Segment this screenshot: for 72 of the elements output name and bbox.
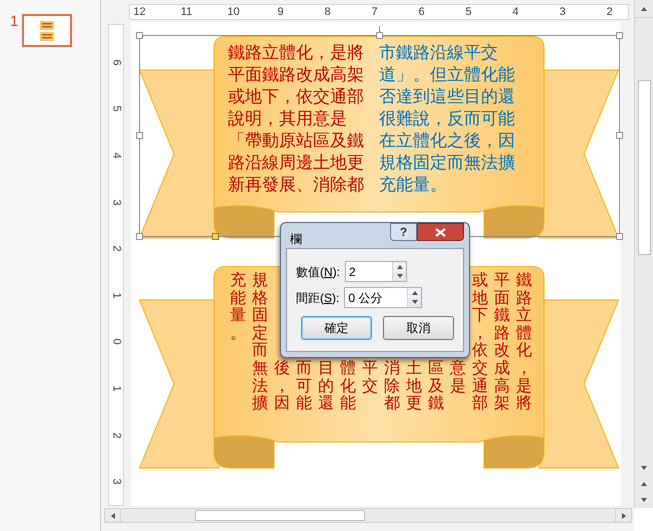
slide-thumbnail[interactable] bbox=[22, 14, 72, 47]
vertical-text: 消除都 bbox=[384, 360, 400, 413]
resize-handle[interactable] bbox=[136, 132, 143, 139]
vertical-text: 意是 bbox=[450, 360, 466, 396]
vertical-text: 充能量。 bbox=[230, 272, 246, 342]
next-slide-icon bbox=[640, 496, 648, 504]
ruler-number: 2 bbox=[606, 6, 613, 18]
close-icon bbox=[435, 228, 446, 236]
body-text: 市鐵路沿線平交 道」。但立體化能 否達到這些目的還 很難說，反而可能 在立體化之後，因 規格固定而無法擴 充能量。 bbox=[379, 42, 516, 196]
horizontal-scrollbar[interactable] bbox=[104, 508, 632, 523]
resize-handle[interactable] bbox=[616, 233, 623, 240]
ruler-number: 7 bbox=[371, 6, 378, 18]
resize-handle[interactable] bbox=[136, 233, 143, 240]
thumbnail-ribbon-drawing bbox=[39, 20, 56, 42]
vertical-text: 或地下，依交通部 bbox=[472, 272, 488, 413]
vertical-text: 區及鐵 bbox=[428, 360, 444, 413]
close-button[interactable] bbox=[417, 223, 464, 241]
ruler-number: 9 bbox=[277, 6, 284, 18]
spin-down-icon bbox=[396, 272, 404, 280]
ruler-number: 4 bbox=[512, 6, 519, 18]
spin-up-icon bbox=[396, 262, 404, 271]
ruler-number: 10 bbox=[227, 6, 240, 18]
resize-handle[interactable] bbox=[136, 32, 143, 39]
dialog-title: 欄 bbox=[290, 231, 302, 248]
vertical-text: 規格固定而無法擴 bbox=[252, 272, 268, 413]
ruler-number: 2 bbox=[110, 246, 122, 252]
previous-slide-icon bbox=[640, 480, 648, 488]
help-button[interactable]: ? bbox=[390, 223, 417, 241]
ruler-number: 8 bbox=[324, 6, 331, 18]
ruler-number: 3 bbox=[110, 478, 122, 485]
ruler-number: 3 bbox=[559, 6, 566, 18]
field-label: 數值(N): bbox=[296, 264, 340, 280]
vertical-text: 體化能 bbox=[340, 360, 356, 413]
scroll-left-icon bbox=[108, 512, 116, 520]
ruler-number: 1 bbox=[110, 385, 122, 392]
vertical-text: 而可能 bbox=[296, 360, 312, 413]
ruler-number: 12 bbox=[133, 6, 146, 18]
adjust-handle[interactable] bbox=[212, 233, 219, 240]
spin-field[interactable]: 2 bbox=[345, 261, 408, 282]
ruler-number: 11 bbox=[180, 6, 192, 18]
vertical-text: 鐵路立體化，是將 bbox=[516, 272, 532, 413]
vertical-text: 平交 bbox=[362, 360, 378, 396]
ruler-number: 3 bbox=[110, 199, 122, 206]
resize-handle[interactable] bbox=[616, 132, 623, 139]
ruler-number: 4 bbox=[110, 152, 122, 159]
dialog-button[interactable]: 取消 bbox=[383, 316, 454, 340]
vertical-text: 平面鐵路改成高架 bbox=[494, 272, 510, 413]
spin-down-icon bbox=[410, 298, 419, 306]
vertical-text: 目的還 bbox=[318, 360, 334, 413]
scrollbar-thumb[interactable] bbox=[638, 80, 650, 255]
scroll-right-icon bbox=[620, 512, 628, 520]
field-label: 間距(S): bbox=[296, 290, 340, 306]
spin-field[interactable]: 0 公分 bbox=[344, 287, 422, 308]
ruler-number: 1 bbox=[110, 292, 122, 298]
vertical-scrollbar[interactable] bbox=[634, 0, 653, 508]
ruler-number: 2 bbox=[110, 432, 122, 438]
scrollbar-thumb[interactable] bbox=[195, 510, 365, 521]
ruler-number: 0 bbox=[110, 338, 122, 345]
dialog-button[interactable]: 確定 bbox=[301, 316, 372, 340]
ruler-number: 5 bbox=[110, 106, 122, 112]
resize-handle[interactable] bbox=[376, 32, 383, 39]
slide-number: 1 bbox=[10, 14, 18, 29]
ruler-number: 6 bbox=[418, 6, 425, 18]
vertical-text: 後，因 bbox=[274, 360, 290, 413]
scroll-down-icon bbox=[640, 464, 648, 472]
resize-handle[interactable] bbox=[616, 32, 623, 39]
ruler-number: 5 bbox=[465, 6, 472, 18]
ruler-number: 6 bbox=[110, 59, 122, 66]
scroll-up-icon bbox=[640, 4, 648, 12]
vertical-text: 土地更 bbox=[406, 360, 422, 413]
body-text: 鐵路立體化，是將 平面鐵路改成高架 或地下，依交通部 說明，其用意是 「帶動原站區及鐵 路沿線周邊土地更 新再發展、消除都 bbox=[228, 42, 365, 196]
spin-up-icon bbox=[410, 288, 419, 297]
